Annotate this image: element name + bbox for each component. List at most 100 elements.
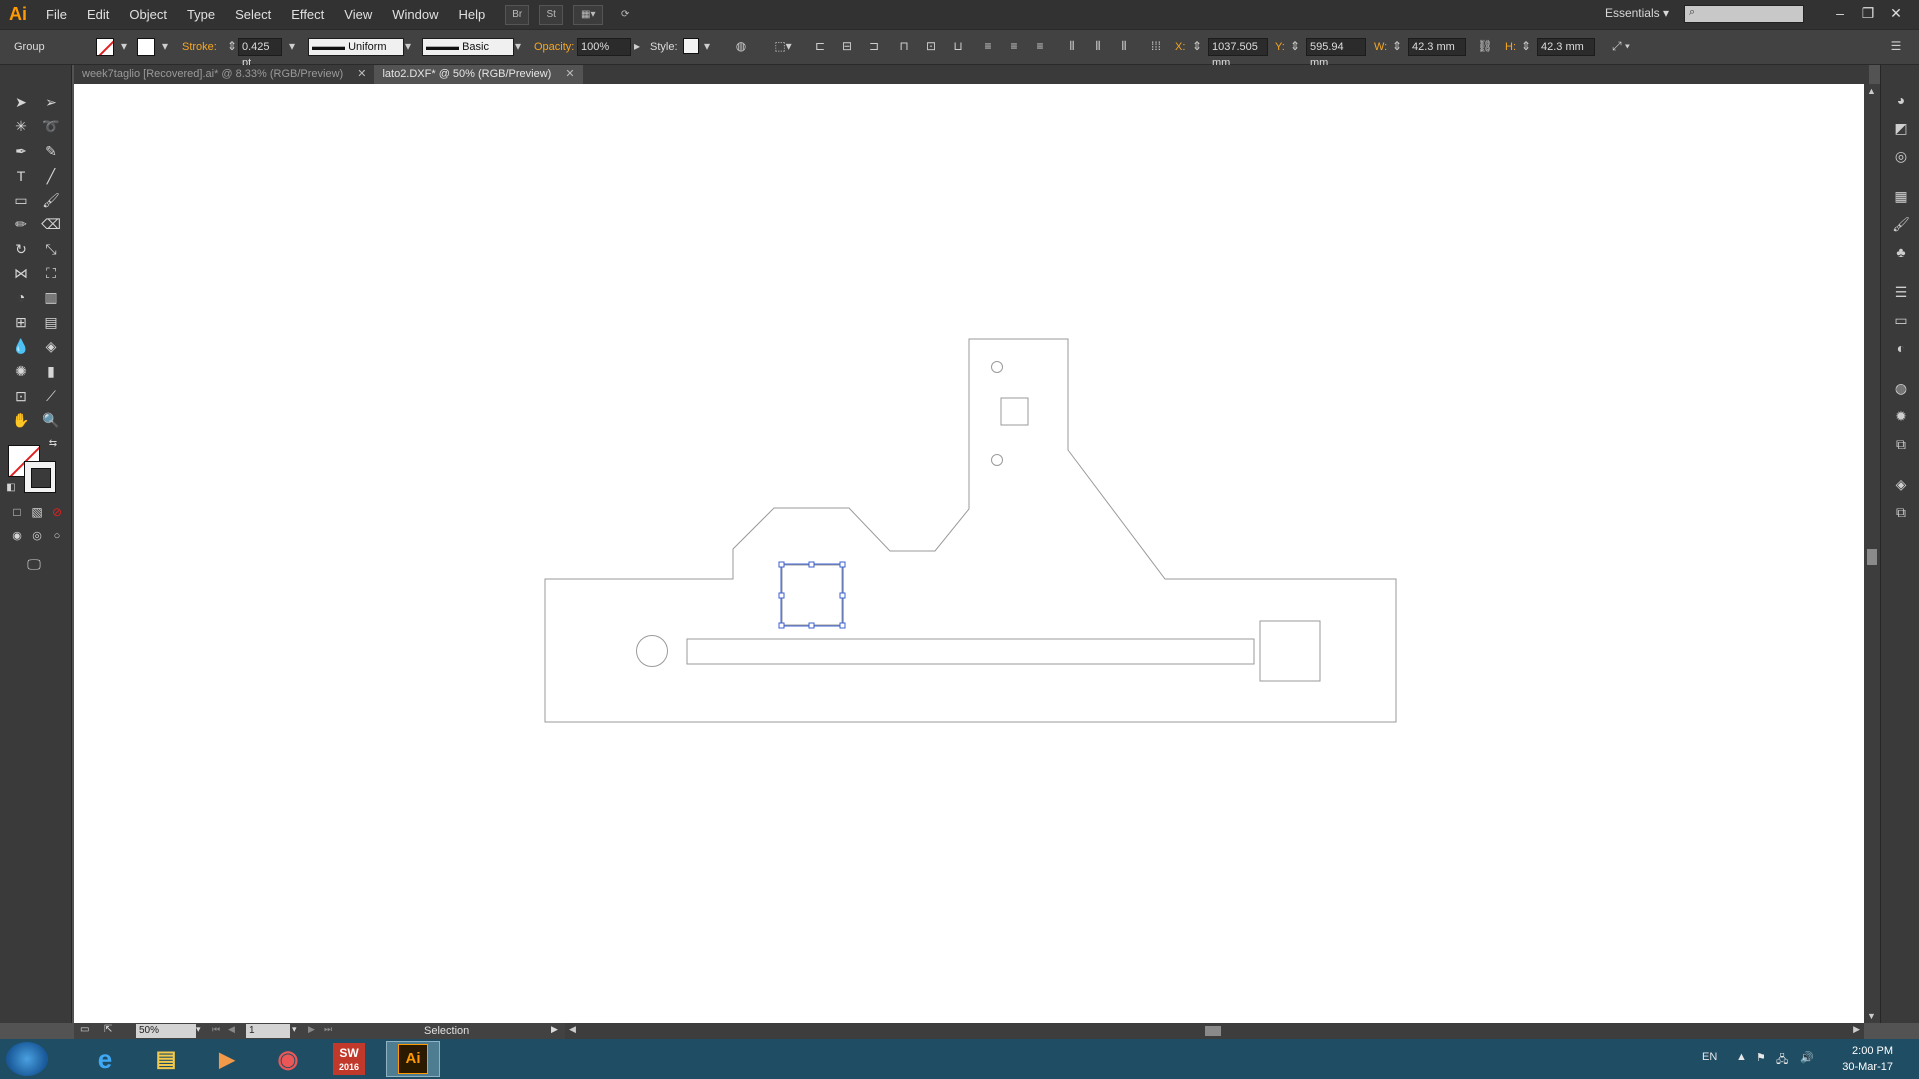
panel-menu-icon[interactable]: ☰ — [1886, 37, 1906, 55]
align-center-icon[interactable]: ⊟ — [837, 37, 857, 55]
chevron-right-icon[interactable]: ▸ — [627, 37, 647, 55]
magic-wand-tool-icon[interactable]: ✳ — [9, 115, 33, 137]
chevron-down-icon[interactable]: ▾ — [196, 1024, 201, 1035]
graphic-styles-icon[interactable]: ✹ — [1890, 405, 1912, 427]
minimize-icon[interactable]: – — [1827, 3, 1853, 23]
document-tab[interactable]: lato2.DXF* @ 50% (RGB/Preview) ✕ — [374, 65, 583, 84]
stepper-icon[interactable]: ⇕ — [1519, 37, 1533, 55]
chevron-down-icon[interactable]: ▾ — [697, 37, 717, 55]
artboard-number-field[interactable]: 1 — [246, 1024, 290, 1038]
free-transform-tool-icon[interactable]: ⛶ — [39, 262, 63, 284]
next-artboard-icon[interactable]: ▶ — [308, 1024, 315, 1035]
align-right-icon[interactable]: ⊐ — [864, 37, 884, 55]
recolor-artwork-icon[interactable]: ◍ — [731, 37, 751, 55]
scroll-left-icon[interactable]: ◀ — [569, 1024, 576, 1035]
restore-icon[interactable]: ❐ — [1855, 3, 1881, 23]
system-clock[interactable]: 2:00 PM 30-Mar-17 — [1842, 1043, 1893, 1075]
none-mode-icon[interactable]: ⊘ — [48, 503, 66, 521]
swap-colors-icon[interactable]: ⇆ — [46, 437, 60, 451]
menu-help[interactable]: Help — [448, 0, 495, 29]
draw-behind-icon[interactable]: ◎ — [28, 527, 46, 545]
start-button[interactable] — [6, 1042, 48, 1076]
scroll-right-icon[interactable]: ▶ — [1853, 1024, 1860, 1035]
show-hidden-icons-icon[interactable]: ▲ — [1736, 1051, 1747, 1063]
horizontal-scrollbar[interactable]: ◀ ▶ — [565, 1023, 1864, 1039]
distribute-middle-icon[interactable]: ≡ — [1004, 37, 1024, 55]
network-icon[interactable]: 🖧 — [1776, 1051, 1788, 1070]
appearance-panel-icon[interactable]: ◍ — [1890, 377, 1912, 399]
close-tab-icon[interactable]: ✕ — [565, 65, 574, 84]
y-field[interactable]: 595.94 mm — [1306, 38, 1366, 69]
align-bottom-icon[interactable]: ⊔ — [948, 37, 968, 55]
document-tab[interactable]: week7taglio [Recovered].ai* @ 8.33% (RGB… — [74, 65, 374, 84]
menu-view[interactable]: View — [334, 0, 382, 29]
horizontal-scroll-thumb[interactable] — [1205, 1026, 1221, 1036]
menu-type[interactable]: Type — [177, 0, 225, 29]
reference-point-icon[interactable]: ⁞⁞⁞ — [1146, 37, 1166, 55]
chevron-down-icon[interactable]: ▾ — [292, 1024, 297, 1035]
gradient-panel-icon[interactable]: ▭ — [1890, 309, 1912, 331]
language-indicator[interactable]: EN — [1702, 1051, 1717, 1063]
gpu-performance-icon[interactable]: ⟳ — [613, 5, 637, 25]
media-player-icon[interactable]: ▶ — [200, 1041, 254, 1077]
width-tool-icon[interactable]: ⋈ — [9, 262, 33, 284]
distribute-left-icon[interactable]: ⫴ — [1062, 37, 1082, 55]
fill-swatch[interactable] — [96, 38, 114, 56]
menu-edit[interactable]: Edit — [77, 0, 119, 29]
bridge-icon[interactable]: Br — [505, 4, 530, 25]
align-to-icon[interactable]: ⬚▾ — [773, 37, 793, 55]
menu-window[interactable]: Window — [382, 0, 448, 29]
default-colors-icon[interactable]: ◧ — [4, 481, 18, 495]
chevron-down-icon[interactable]: ▾ — [398, 37, 418, 55]
stroke-weight-field[interactable]: 0.425 pt — [238, 38, 282, 69]
transform-menu-icon[interactable]: ⤢ ▾ — [1606, 37, 1636, 55]
x-label[interactable]: X: — [1175, 37, 1185, 57]
first-artboard-icon[interactable]: ⏮ — [212, 1024, 220, 1035]
stepper-icon[interactable]: ⇕ — [1190, 37, 1204, 55]
chevron-down-icon[interactable]: ▾ — [155, 37, 175, 55]
file-explorer-icon[interactable]: ▤ — [139, 1041, 193, 1077]
artboards-panel-icon[interactable]: ⧉ — [1890, 501, 1912, 523]
scale-tool-icon[interactable]: ⤡ — [39, 238, 63, 260]
gradient-mode-icon[interactable]: ▧ — [28, 503, 46, 521]
rectangle-tool-icon[interactable]: ▭ — [9, 189, 33, 211]
stock-icon[interactable]: St — [539, 4, 564, 25]
brush-definition[interactable]: ▬▬▬ Basic — [422, 38, 514, 56]
kuler-icon[interactable]: ◎ — [1890, 145, 1912, 167]
opacity-field[interactable]: 100% — [577, 38, 631, 56]
stroke-panel-icon[interactable]: ☰ — [1890, 281, 1912, 303]
screen-mode-icon[interactable]: 🖵 — [22, 553, 46, 575]
pen-tool-icon[interactable]: ✒ — [9, 140, 33, 162]
blend-tool-icon[interactable]: ◈ — [39, 335, 63, 357]
stroke-color-swatch[interactable] — [24, 461, 56, 493]
chevron-right-icon[interactable]: ▶ — [551, 1024, 558, 1035]
internet-explorer-icon[interactable]: e — [78, 1041, 132, 1077]
zoom-tool-icon[interactable]: 🔍 — [39, 409, 63, 431]
lasso-tool-icon[interactable]: ➰ — [39, 115, 63, 137]
search-input[interactable]: ⌕ — [1684, 5, 1804, 23]
hand-tool-icon[interactable]: ✋ — [9, 409, 33, 431]
menu-object[interactable]: Object — [119, 0, 177, 29]
menu-file[interactable]: File — [36, 0, 77, 29]
eyedropper-tool-icon[interactable]: 💧 — [9, 335, 33, 357]
align-left-icon[interactable]: ⊏ — [810, 37, 830, 55]
rotate-tool-icon[interactable]: ↻ — [9, 238, 33, 260]
height-field[interactable]: 42.3 mm — [1537, 38, 1595, 56]
swatches-panel-icon[interactable]: ▦ — [1890, 185, 1912, 207]
menu-effect[interactable]: Effect — [281, 0, 334, 29]
close-tab-icon[interactable]: ✕ — [357, 65, 366, 84]
chevron-down-icon[interactable]: ▾ — [282, 37, 302, 55]
line-tool-icon[interactable]: ╱ — [39, 165, 63, 187]
last-artboard-icon[interactable]: ⏭ — [324, 1024, 332, 1035]
symbol-sprayer-tool-icon[interactable]: ✺ — [9, 360, 33, 382]
layers-panel-icon[interactable]: ◈ — [1890, 473, 1912, 495]
solidworks-icon[interactable]: SW 2016 — [322, 1041, 376, 1077]
shape-builder-tool-icon[interactable]: ◔ — [9, 286, 33, 308]
w-label[interactable]: W: — [1374, 37, 1387, 57]
width-field[interactable]: 42.3 mm — [1408, 38, 1466, 56]
draw-inside-icon[interactable]: ○ — [48, 527, 66, 545]
gradient-tool-icon[interactable]: ▤ — [39, 311, 63, 333]
close-icon[interactable]: ✕ — [1883, 3, 1909, 23]
distribute-bottom-icon[interactable]: ≡ — [1030, 37, 1050, 55]
opacity-label[interactable]: Opacity: — [534, 37, 574, 57]
